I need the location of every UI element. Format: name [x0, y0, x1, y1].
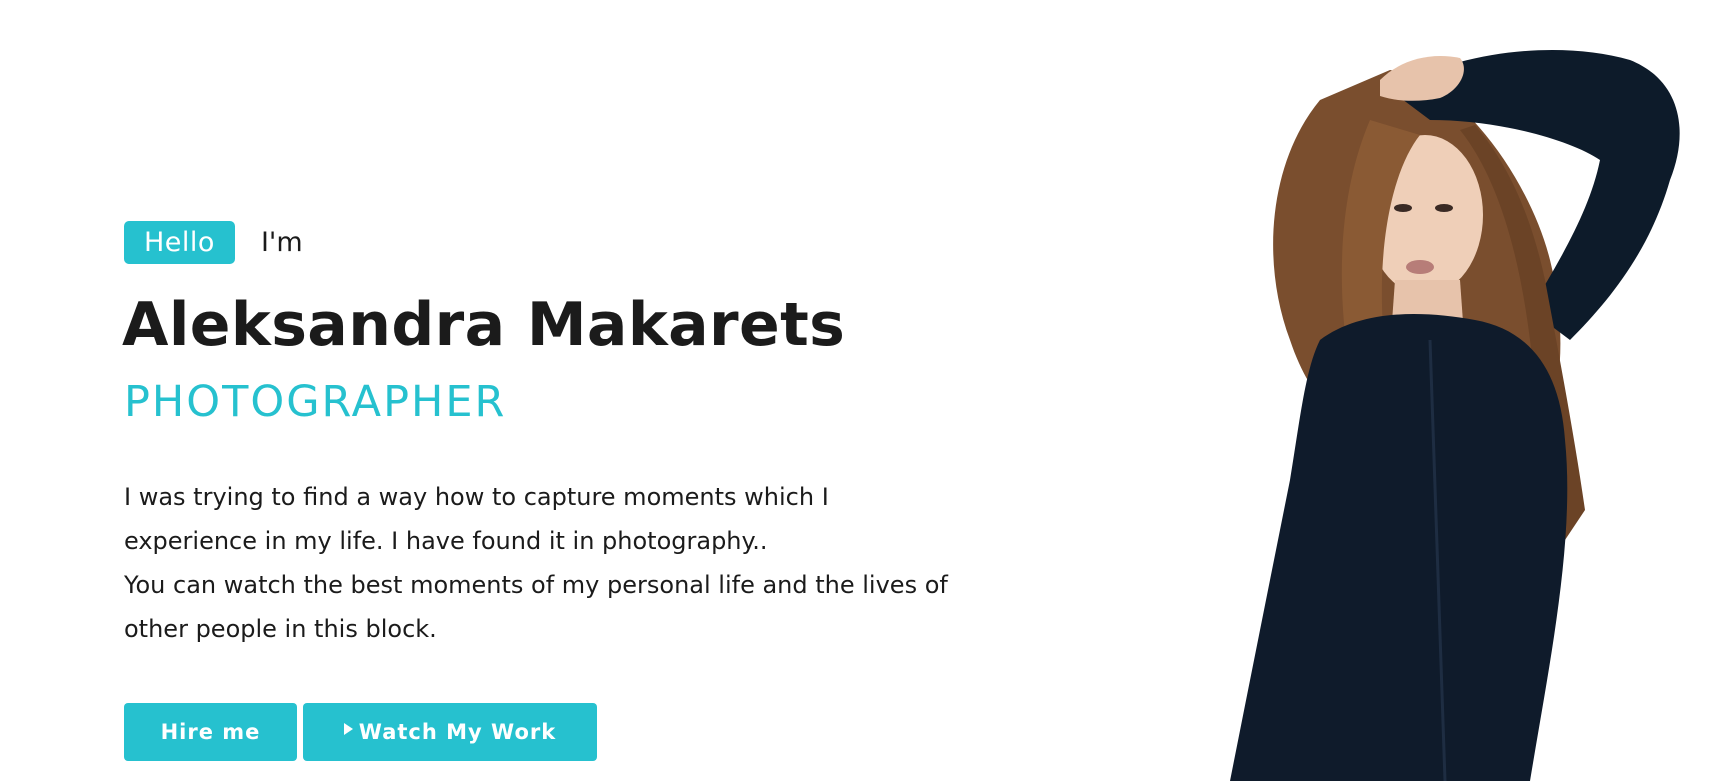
hire-me-button[interactable]: Hire me — [124, 703, 297, 761]
portrait-mouth — [1406, 260, 1434, 274]
portrait-eye-left — [1394, 204, 1412, 212]
hire-me-label: Hire me — [160, 720, 261, 744]
bio-paragraph-1: I was trying to find a way how to captur… — [124, 483, 829, 555]
bio-text: I was trying to find a way how to captur… — [124, 475, 954, 651]
person-role: PHOTOGRAPHER — [124, 377, 507, 427]
bio-paragraph-2: You can watch the best moments of my per… — [124, 571, 948, 643]
hero-actions: Hire me Watch My Work — [124, 703, 597, 761]
greeting-row: Hello I'm — [124, 221, 303, 264]
im-text: I'm — [260, 227, 303, 258]
watch-my-work-label: Watch My Work — [358, 720, 557, 744]
hero-section: Hello I'm Aleksandra Makarets PHOTOGRAPH… — [0, 0, 1734, 781]
person-name: Aleksandra Makarets — [122, 290, 846, 360]
play-icon — [343, 723, 353, 735]
hello-badge: Hello — [124, 221, 235, 264]
watch-my-work-button[interactable]: Watch My Work — [303, 703, 597, 761]
portrait-body — [1230, 314, 1568, 781]
portrait-image — [1230, 50, 1680, 781]
portrait-eye-right — [1435, 204, 1453, 212]
